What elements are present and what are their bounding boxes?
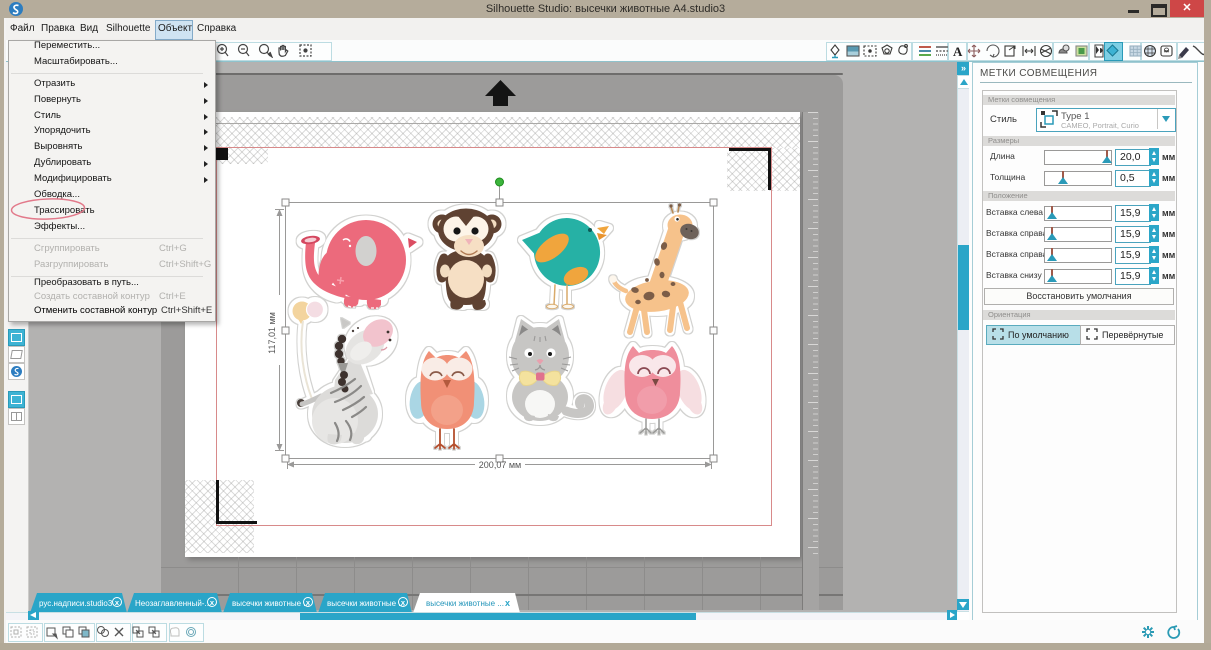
svg-text:A: A (953, 44, 963, 59)
